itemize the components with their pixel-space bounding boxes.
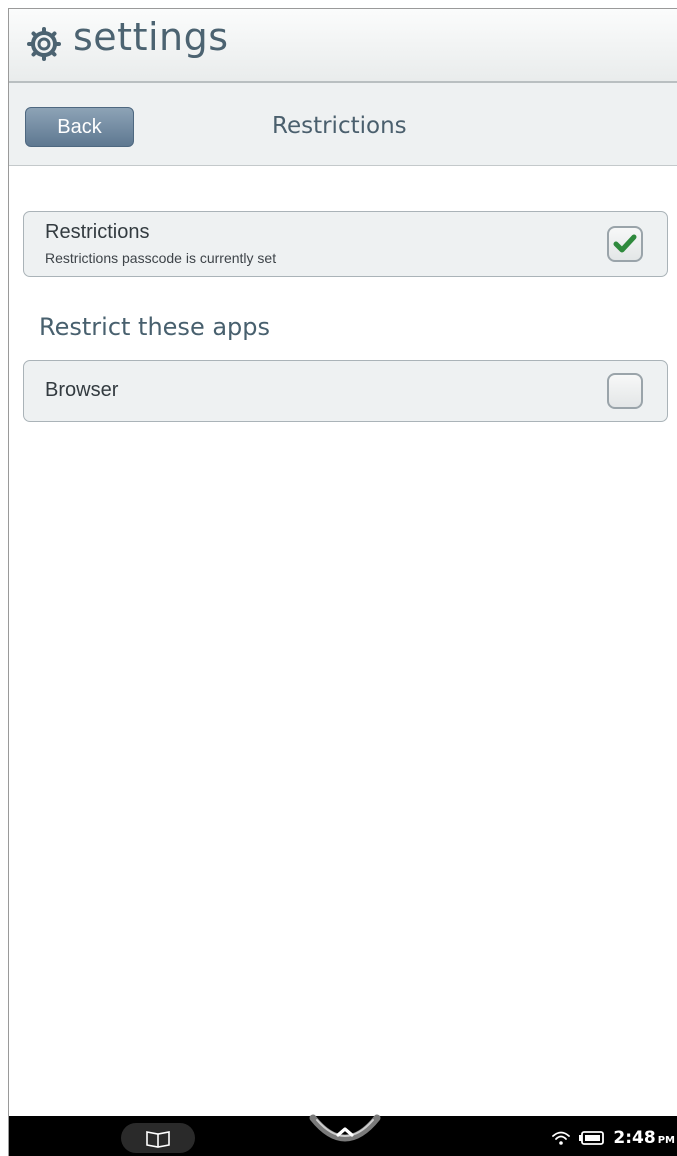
clock-time: 2:48: [613, 1128, 656, 1148]
restrictions-setting-row[interactable]: Restrictions Restrictions passcode is cu…: [23, 211, 668, 277]
status-area: 2:48 PM: [551, 1126, 675, 1150]
device-frame: settings Back Restrictions Restrictions …: [0, 0, 677, 1156]
page-title: settings: [73, 15, 229, 59]
browser-checkbox[interactable]: [607, 373, 643, 409]
clock: 2:48 PM: [613, 1128, 675, 1148]
screen: settings Back Restrictions Restrictions …: [8, 8, 677, 1156]
back-button[interactable]: Back: [25, 107, 134, 147]
wifi-icon: [552, 1131, 571, 1145]
restrictions-label: Restrictions: [45, 221, 150, 243]
section-heading: Restrict these apps: [39, 313, 271, 341]
clock-ampm: PM: [657, 1135, 675, 1146]
title-bar: settings: [9, 9, 677, 83]
checkmark-icon: [613, 234, 637, 253]
battery-icon: [579, 1131, 605, 1145]
nav-bar: Back Restrictions: [9, 83, 677, 166]
home-chevron-icon[interactable]: [307, 1108, 383, 1156]
nav-title: Restrictions: [272, 113, 407, 139]
system-bar: 2:48 PM: [9, 1114, 677, 1156]
library-button[interactable]: [121, 1123, 195, 1153]
app-label-browser: Browser: [45, 379, 119, 401]
restrictions-subtitle: Restrictions passcode is currently set: [45, 250, 277, 266]
book-icon: [146, 1131, 170, 1148]
app-row-browser[interactable]: Browser: [23, 360, 668, 422]
restrictions-checkbox[interactable]: [607, 226, 643, 262]
gear-icon: [27, 27, 61, 61]
